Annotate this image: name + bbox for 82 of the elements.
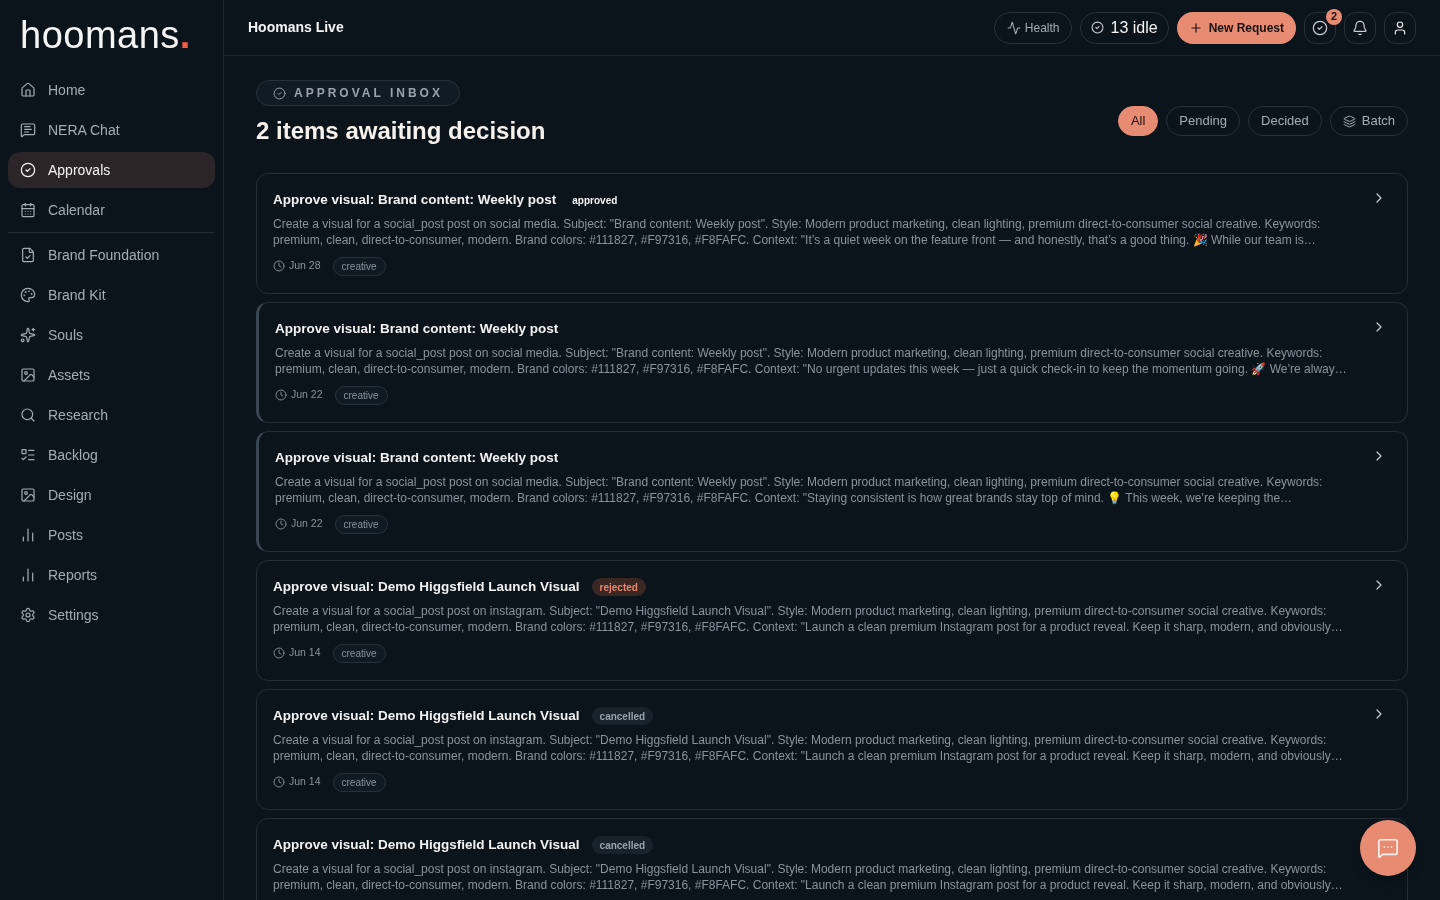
card-description: Create a visual for a social_post post on social media. Subject: "Brand content: Weekly post". Style: Modern product marketing, clean lighting, premium direct-to-consumer social creative. Keywords: premium, clean, direct-to-consumer, modern. Brand colors: #111827, #F97316, #F8FAFC. Context: "Staying consistent is how great brands stay top of mind. 💡 This week, we’re keeping the… <box>275 474 1324 506</box>
pulse-icon <box>1006 20 1021 35</box>
clock-icon <box>273 776 285 788</box>
date-text: Jun 22 <box>291 516 323 532</box>
nav-item[interactable]: NERA Chat <box>8 112 215 148</box>
image-icon <box>20 487 36 503</box>
bell-icon <box>1352 19 1368 36</box>
plus-icon <box>1188 20 1203 35</box>
chat-bubble-icon <box>1377 837 1399 859</box>
filter-tab[interactable]: All <box>1117 106 1159 136</box>
page-heading: 2 items awaiting decision <box>256 116 546 146</box>
status-badge: rejected <box>591 578 646 596</box>
clock-icon <box>273 260 285 272</box>
check-circle-icon <box>273 86 286 100</box>
settings-icon <box>20 607 36 623</box>
file-check-icon <box>20 247 36 263</box>
card-description: Create a visual for a social_post post on instagram. Subject: "Demo Higgsfield Launch Visual". Style: Modern product marketing, clean lighting, premium direct-to-consumer social creative. Keywords: premium, clean, direct-to-consumer, modern. Brand colors: #111827, #F97316, #F8FAFC. Context: "Launch a clean premium Instagram post for a product reveal. Keep it sharp, modern, and obviously… <box>273 732 1344 764</box>
category-tag: creative <box>332 643 386 663</box>
status-label: approved <box>571 193 619 208</box>
search-icon <box>20 407 36 423</box>
card-title: Approve visual: Brand content: Weekly post <box>275 449 559 467</box>
status-badge: cancelled <box>591 707 654 725</box>
date-text: Jun 14 <box>289 774 321 790</box>
palette-icon <box>20 287 36 303</box>
category-tag: creative <box>334 385 388 405</box>
nav-item[interactable]: Assets <box>8 357 215 393</box>
profile-button[interactable] <box>1384 11 1416 44</box>
clock-icon <box>275 389 287 401</box>
nav-item[interactable]: Design <box>8 477 215 513</box>
approval-card[interactable] <box>256 818 1408 900</box>
section-label: APPROVAL INBOX <box>294 85 443 102</box>
date-text: Jun 14 <box>289 645 321 661</box>
new-request-button[interactable]: New Request <box>1176 11 1296 44</box>
card-title: Approve visual: Brand content: Weekly post <box>275 320 559 338</box>
layers-icon <box>1342 114 1356 128</box>
nav-item[interactable]: Reports <box>8 557 215 593</box>
clock-icon <box>273 647 285 659</box>
card-title: Approve visual: Brand content: Weekly post <box>273 191 557 209</box>
check-circle-icon <box>1091 21 1105 34</box>
nav-item[interactable]: Brand Foundation <box>8 237 215 273</box>
image-icon <box>20 367 36 383</box>
approval-card[interactable] <box>256 431 1408 552</box>
workspace-title: Hoomans Live <box>248 18 344 37</box>
nav-item[interactable]: Backlog <box>8 437 215 473</box>
card-description: Create a visual for a social_post post on instagram. Subject: "Demo Higgsfield Launch Visual". Style: Modern product marketing, clean lighting, premium direct-to-consumer social creative. Keywords: premium, clean, direct-to-consumer, modern. Brand colors: #111827, #F97316, #F8FAFC. Context: "Launch a clean premium Instagram post for a product reveal. Keep it sharp, modern, and obviously… <box>273 861 1344 893</box>
status-badge: cancelled <box>591 836 654 854</box>
clock-icon <box>275 518 287 530</box>
nav-item[interactable]: Approvals <box>8 152 215 188</box>
card-title: Approve visual: Demo Higgsfield Launch Visual <box>273 836 580 854</box>
count-badge: 2 <box>1326 8 1342 25</box>
user-icon <box>1392 19 1408 36</box>
category-tag: creative <box>332 256 386 276</box>
nav-item[interactable]: Posts <box>8 517 215 553</box>
bar-chart-icon <box>20 527 36 543</box>
category-tag: creative <box>332 772 386 792</box>
date-text: Jun 22 <box>291 387 323 403</box>
card-description: Create a visual for a social_post post on social media. Subject: "Brand content: Weekly post". Style: Modern product marketing, clean lighting, premium direct-to-consumer social creative. Keywords: premium, clean, direct-to-consumer, modern. Brand colors: #111827, #F97316, #F8FAFC. Context: "It’s a quiet week on the feature front — and honestly, that’s a good thing. 🎉 While our team is… <box>273 216 1322 248</box>
category-tag: creative <box>334 514 388 534</box>
sparkles-icon <box>20 327 36 343</box>
nav-item[interactable]: Home <box>8 72 215 108</box>
nav-item[interactable]: Settings <box>8 597 215 633</box>
approval-card[interactable] <box>256 689 1408 810</box>
checklist-icon <box>20 447 36 463</box>
notifications-button[interactable] <box>1344 11 1376 44</box>
check-circle-icon <box>20 162 36 178</box>
bar-chart-icon <box>20 567 36 583</box>
nav-item[interactable]: Brand Kit <box>8 277 215 313</box>
check-circle-icon <box>1312 19 1328 36</box>
date-text: Jun 28 <box>289 258 321 274</box>
card-description: Create a visual for a social_post post on social media. Subject: "Brand content: Weekly post". Style: Modern product marketing, clean lighting, premium direct-to-consumer social creative. Keywords: premium, clean, direct-to-consumer, modern. Brand colors: #111827, #F97316, #F8FAFC. Context: "No urgent updates this week — just a quick check-in to keep the momentum going. 🚀 We’re alway… <box>275 345 1348 377</box>
house-icon <box>20 82 36 98</box>
calendar-icon <box>20 202 36 218</box>
nav-item[interactable]: Souls <box>8 317 215 353</box>
nav-item[interactable]: Calendar <box>8 192 215 228</box>
nav-item[interactable]: Research <box>8 397 215 433</box>
card-description: Create a visual for a social_post post on instagram. Subject: "Demo Higgsfield Launch Visual". Style: Modern product marketing, clean lighting, premium direct-to-consumer social creative. Keywords: premium, clean, direct-to-consumer, modern. Brand colors: #111827, #F97316, #F8FAFC. Context: "Launch a clean premium Instagram post for a product reveal. Keep it sharp, modern, and obviously… <box>273 603 1344 635</box>
approval-card[interactable] <box>256 173 1408 294</box>
card-title: Approve visual: Demo Higgsfield Launch Visual <box>273 707 580 725</box>
card-title: Approve visual: Demo Higgsfield Launch Visual <box>273 578 580 596</box>
approval-card[interactable] <box>256 560 1408 681</box>
brand-logo: hoomans. <box>20 16 191 54</box>
approval-card[interactable] <box>256 302 1408 423</box>
